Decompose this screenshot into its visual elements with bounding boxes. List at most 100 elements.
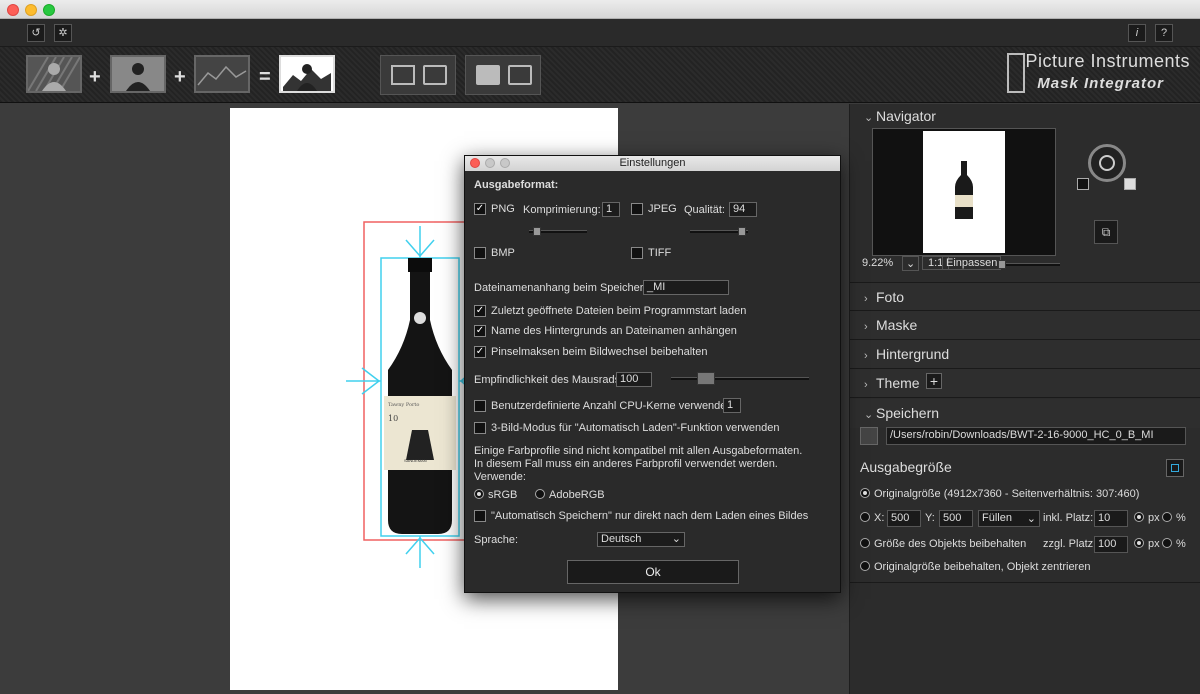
autosave-label: "Automatisch Speichern" nur direkt nach … — [491, 510, 809, 522]
open-save-folder-group — [465, 55, 541, 95]
reset-icon[interactable]: ↺ — [27, 24, 45, 42]
quality-field[interactable]: 94 — [729, 202, 757, 217]
detach-window-icon[interactable]: ⧉ — [1094, 220, 1118, 244]
equals-operator: = — [259, 66, 271, 88]
zoom-slider-knob[interactable] — [998, 260, 1006, 269]
small-person-icon[interactable] — [1077, 178, 1089, 190]
suffix-field[interactable]: _MI — [643, 280, 729, 295]
mousewheel-field[interactable]: 100 — [616, 372, 652, 387]
option-custom-size[interactable]: X: — [860, 512, 884, 524]
three-image-checkbox[interactable] — [474, 422, 486, 434]
bg-name-label: Name des Hintergrunds an Dateinamen anhä… — [491, 325, 737, 337]
chevron-right-icon: › — [864, 293, 868, 305]
inkl-px-option[interactable]: px — [1134, 512, 1160, 524]
background-layer-button[interactable] — [194, 55, 250, 93]
compression-slider-knob[interactable] — [533, 227, 541, 236]
tiff-checkbox[interactable] — [631, 247, 643, 259]
radio-zzgl-px[interactable] — [1134, 538, 1144, 548]
section-maske[interactable]: › Maske — [850, 311, 1200, 340]
save-disk-icon[interactable] — [423, 65, 447, 85]
folder-icon[interactable] — [860, 427, 878, 445]
compression-label: Komprimierung: — [523, 204, 601, 216]
save-path-field[interactable]: /Users/robin/Downloads/BWT-2-16-9000_HC_… — [886, 427, 1186, 445]
inkl-space-field[interactable]: 10 — [1094, 510, 1128, 527]
help-button[interactable]: ? — [1155, 24, 1173, 42]
save-disk-icon[interactable] — [508, 65, 532, 85]
radio-original-size[interactable] — [860, 488, 870, 498]
language-select[interactable]: Deutsch ⌄ — [597, 532, 685, 547]
radio-adobergb[interactable] — [535, 489, 545, 499]
close-window-button[interactable] — [7, 4, 19, 16]
quality-slider[interactable] — [690, 227, 748, 236]
option-keep-object-size[interactable]: Größe des Objekts beibehalten — [860, 538, 1026, 550]
result-layer-button[interactable] — [279, 55, 335, 93]
radio-srgb[interactable] — [474, 489, 484, 499]
photo-layer-button[interactable] — [26, 55, 82, 93]
mask-person-icon — [112, 57, 164, 91]
cpu-cores-checkbox[interactable] — [474, 400, 486, 412]
landscape-icon — [196, 57, 248, 91]
section-hintergrund[interactable]: › Hintergrund — [850, 340, 1200, 369]
brush-masks-checkbox[interactable]: ✓ — [474, 346, 486, 358]
radio-custom-size[interactable] — [860, 512, 870, 522]
gear-icon[interactable]: ✲ — [54, 24, 72, 42]
autosave-checkbox[interactable] — [474, 510, 486, 522]
png-checkbox[interactable]: ✓ — [474, 203, 486, 215]
rotation-dial-icon[interactable] — [1088, 144, 1126, 182]
fill-mode-select[interactable]: Füllen ⌄ — [978, 510, 1040, 527]
zoom-value: 9.22% — [862, 257, 894, 269]
inkl-pct-option[interactable]: % — [1162, 512, 1186, 524]
folder-icon[interactable] — [476, 65, 500, 85]
output-size-toggle-icon[interactable] — [1166, 459, 1184, 477]
language-label: Sprache: — [474, 534, 519, 546]
radio-keep-original-center[interactable] — [860, 561, 870, 571]
srgb-option[interactable]: sRGB — [474, 489, 517, 501]
section-foto[interactable]: › Foto — [850, 282, 1200, 311]
open-image-icon[interactable] — [391, 65, 415, 85]
radio-inkl-pct[interactable] — [1162, 512, 1172, 522]
fit-button[interactable]: Einpassen — [942, 256, 1002, 270]
radio-inkl-px[interactable] — [1134, 512, 1144, 522]
radio-keep-object-size[interactable] — [860, 538, 870, 548]
section-theme-label: Theme — [876, 375, 920, 391]
option-keep-original-center[interactable]: Originalgröße beibehalten, Objekt zentri… — [860, 561, 1090, 573]
srgb-label: sRGB — [488, 489, 518, 501]
bg-name-checkbox[interactable]: ✓ — [474, 325, 486, 337]
large-person-icon[interactable] — [1124, 178, 1136, 190]
ok-button[interactable]: Ok — [567, 560, 739, 584]
navigator-preview[interactable] — [872, 128, 1056, 256]
chevron-right-icon: › — [864, 350, 868, 362]
compression-field[interactable]: 1 — [602, 202, 620, 217]
radio-zzgl-pct[interactable] — [1162, 538, 1172, 548]
add-theme-button[interactable]: + — [926, 373, 942, 389]
zoom-dropdown[interactable]: ⌄ — [902, 256, 920, 271]
cpu-cores-field[interactable]: 1 — [723, 398, 741, 413]
section-speichern[interactable]: ⌄ Speichern — [850, 399, 1200, 428]
minimize-window-button[interactable] — [25, 4, 37, 16]
navigator-header[interactable]: ⌄ Navigator — [864, 108, 936, 124]
mask-layer-button[interactable] — [110, 55, 166, 93]
dialog-close-button[interactable] — [470, 158, 480, 168]
y-size-field[interactable]: 500 — [939, 510, 973, 527]
mousewheel-slider-knob[interactable] — [697, 372, 715, 385]
adobergb-option[interactable]: AdobeRGB — [535, 489, 605, 501]
zzgl-px-label: px — [1148, 538, 1160, 550]
bmp-checkbox[interactable] — [474, 247, 486, 259]
x-size-field[interactable]: 500 — [887, 510, 921, 527]
info-button[interactable]: i — [1128, 24, 1146, 42]
zzgl-px-option[interactable]: px — [1134, 538, 1160, 550]
recent-files-checkbox[interactable]: ✓ — [474, 305, 486, 317]
tiff-label: TIFF — [648, 247, 672, 259]
compression-slider[interactable] — [529, 227, 587, 236]
zoom-slider[interactable] — [998, 260, 1060, 269]
x-label: X: — [874, 512, 885, 524]
mousewheel-slider[interactable] — [671, 372, 809, 385]
zoom-window-button[interactable] — [43, 4, 55, 16]
option-original-size[interactable]: Originalgröße (4912x7360 - Seitenverhält… — [860, 488, 1139, 500]
zzgl-pct-option[interactable]: % — [1162, 538, 1186, 550]
quality-slider-knob[interactable] — [738, 227, 746, 236]
jpeg-checkbox[interactable] — [631, 203, 643, 215]
section-theme[interactable]: › Theme + — [850, 369, 1200, 398]
quality-label: Qualität: — [684, 204, 725, 216]
zzgl-space-field[interactable]: 100 — [1094, 536, 1128, 553]
